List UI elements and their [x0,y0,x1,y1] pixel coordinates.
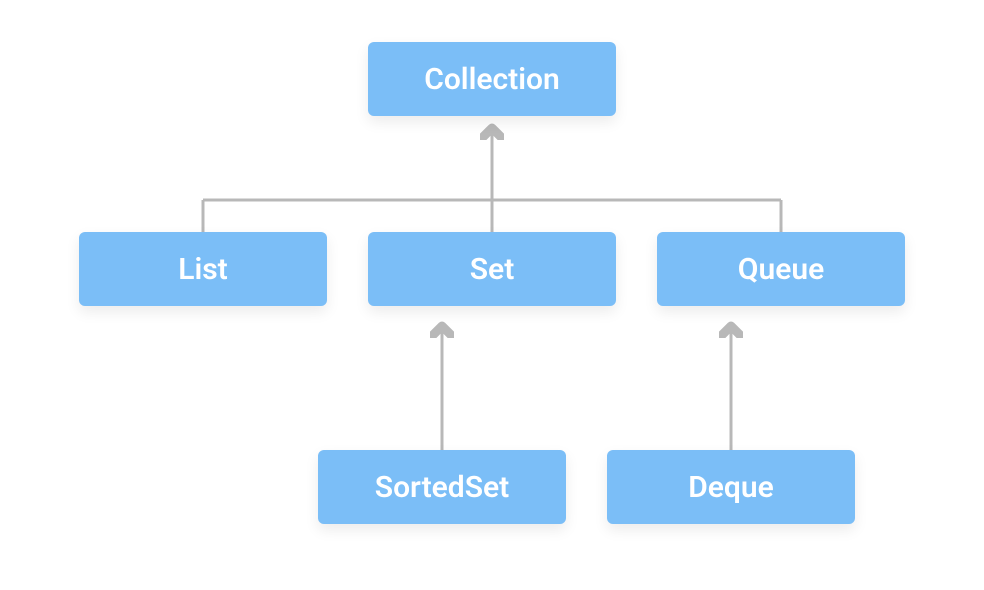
node-deque: Deque [607,450,855,524]
node-collection: Collection [368,42,616,116]
node-label: Collection [424,62,560,97]
node-label: Queue [738,252,824,287]
node-label: List [178,252,228,287]
node-label: SortedSet [375,470,509,505]
node-list: List [79,232,327,306]
node-sortedset: SortedSet [318,450,566,524]
node-label: Deque [688,470,774,505]
node-queue: Queue [657,232,905,306]
hierarchy-diagram: Collection List Set Queue SortedSet Dequ… [0,0,984,590]
node-label: Set [470,252,515,287]
node-set: Set [368,232,616,306]
